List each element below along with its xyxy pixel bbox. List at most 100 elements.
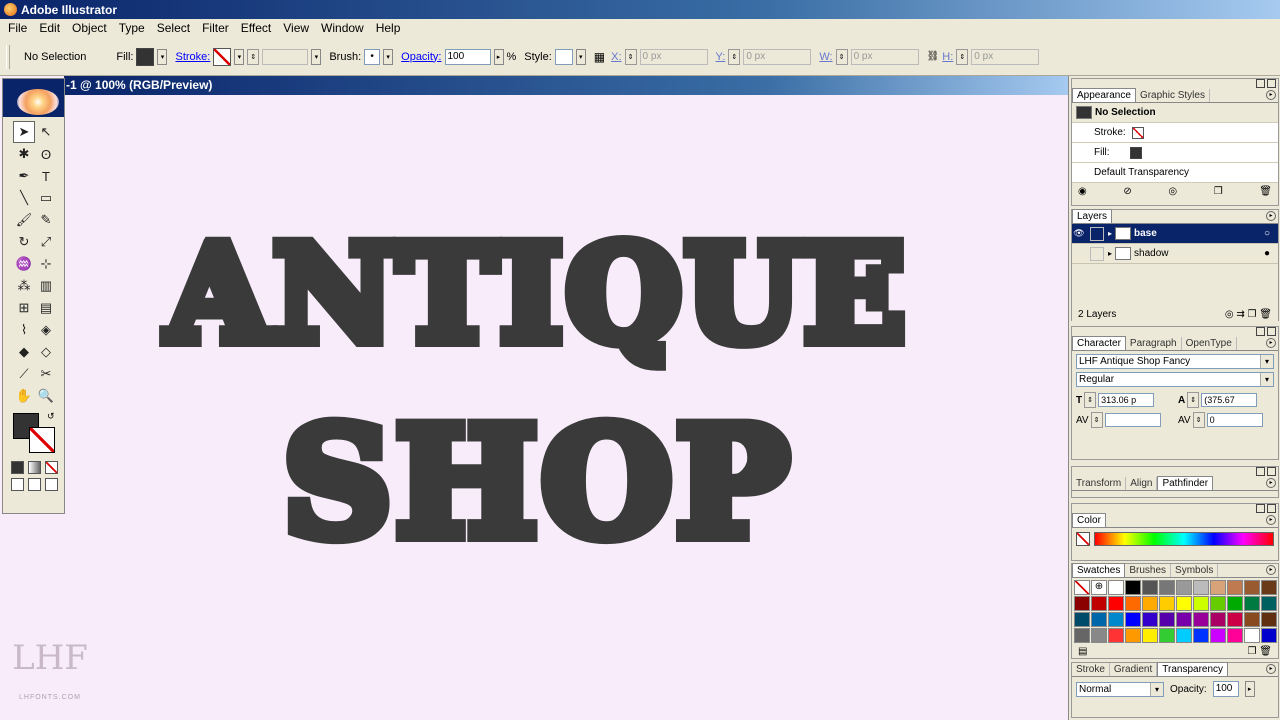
menu-file[interactable]: File	[2, 19, 33, 38]
none-mode-icon[interactable]	[45, 461, 58, 474]
tab-swatches[interactable]: Swatches	[1072, 563, 1126, 577]
tab-align[interactable]: Align	[1126, 477, 1158, 490]
delete-item-icon[interactable]: 🗑	[1259, 186, 1272, 197]
tab-transform[interactable]: Transform	[1072, 477, 1127, 490]
color-swatch[interactable]	[1261, 628, 1277, 643]
stroke-swatch[interactable]	[213, 47, 232, 66]
transform-menu-icon[interactable]: ▸	[1266, 478, 1276, 488]
color-swatch[interactable]	[1125, 628, 1141, 643]
minimize-icon[interactable]	[1256, 467, 1265, 476]
live-paint-bucket-tool-icon[interactable]: ◆	[13, 341, 35, 363]
line-segment-tool-icon[interactable]: ╲	[13, 187, 35, 209]
close-icon[interactable]	[1267, 327, 1276, 336]
tab-pathfinder[interactable]: Pathfinder	[1157, 476, 1214, 490]
style-dropdown[interactable]: ▾	[575, 48, 586, 65]
color-swatch[interactable]	[1244, 612, 1260, 627]
leading-field[interactable]: (375.67	[1201, 393, 1258, 407]
color-swatch[interactable]	[1142, 612, 1158, 627]
color-swatch[interactable]	[1176, 596, 1192, 611]
color-swatch[interactable]	[1074, 580, 1090, 595]
tab-color[interactable]: Color	[1072, 513, 1106, 527]
tab-stroke[interactable]: Stroke	[1072, 663, 1110, 676]
paintbrush-tool-icon[interactable]: 🖌	[13, 209, 35, 231]
full-screen-menu-mode-icon[interactable]	[28, 478, 41, 491]
symbol-sprayer-tool-icon[interactable]: ⁂	[13, 275, 35, 297]
tab-transparency[interactable]: Transparency	[1157, 662, 1229, 676]
layer-row-base[interactable]: 👁 ▸ base ○	[1072, 224, 1278, 244]
layers-menu-icon[interactable]: ▸	[1266, 211, 1276, 221]
font-size-stepper[interactable]: ⇕	[1084, 392, 1097, 408]
scissors-tool-icon[interactable]: ✂	[35, 363, 57, 385]
reference-point-icon[interactable]: ▦	[594, 50, 605, 64]
stroke-color-box[interactable]	[29, 427, 55, 453]
h-field[interactable]: 0 px	[971, 48, 1040, 65]
color-swatch[interactable]	[1108, 580, 1124, 595]
antique-shop-artwork[interactable]: ANTIQUE ANTIQUE SHOP SHOP	[64, 95, 1068, 720]
menu-help[interactable]: Help	[370, 19, 407, 38]
style-swatch[interactable]	[554, 48, 573, 65]
expand-triangle-icon[interactable]: ▸	[1108, 229, 1112, 238]
swatch-libraries-icon[interactable]: ▤	[1078, 646, 1087, 657]
eyedropper-tool-icon[interactable]: ⌇	[13, 319, 35, 341]
leading-stepper[interactable]: ⇕	[1187, 392, 1200, 408]
menu-type[interactable]: Type	[113, 19, 151, 38]
menu-object[interactable]: Object	[66, 19, 113, 38]
fill-swatch[interactable]	[136, 47, 155, 66]
stroke-label[interactable]: Stroke:	[175, 51, 210, 63]
expand-triangle-icon[interactable]: ▸	[1108, 249, 1112, 258]
target-circle-filled-icon[interactable]: ●	[1264, 248, 1270, 259]
tab-appearance[interactable]: Appearance	[1072, 88, 1136, 102]
color-swatch[interactable]	[1193, 612, 1209, 627]
duplicate-item-icon[interactable]: ❐	[1214, 186, 1223, 197]
menu-effect[interactable]: Effect	[235, 19, 277, 38]
color-swatch[interactable]	[1193, 628, 1209, 643]
y-stepper[interactable]: ⇕	[728, 48, 741, 65]
stroke-weight-stepper[interactable]: ⇕	[247, 48, 260, 65]
brush-dropdown[interactable]: ▾	[383, 48, 394, 65]
color-swatch[interactable]	[1108, 596, 1124, 611]
color-swatch[interactable]	[1074, 628, 1090, 643]
color-swatch[interactable]	[1091, 612, 1107, 627]
stroke-weight-field[interactable]	[262, 48, 309, 65]
pen-tool-icon[interactable]: ✒	[13, 165, 35, 187]
layer-row-shadow[interactable]: ▸ shadow ●	[1072, 244, 1278, 264]
color-swatch[interactable]	[1210, 596, 1226, 611]
control-bar-grip[interactable]	[6, 44, 10, 69]
color-swatch[interactable]	[1244, 580, 1260, 595]
color-swatch[interactable]	[1176, 628, 1192, 643]
color-swatch[interactable]	[1142, 596, 1158, 611]
delete-layer-icon[interactable]: 🗑	[1259, 309, 1272, 320]
color-spectrum-ramp[interactable]	[1094, 532, 1274, 546]
live-paint-selection-tool-icon[interactable]: ◇	[35, 341, 57, 363]
color-swatch[interactable]	[1227, 596, 1243, 611]
minimize-icon[interactable]	[1256, 327, 1265, 336]
panel-menu-icon[interactable]: ▸	[1266, 90, 1276, 100]
x-stepper[interactable]: ⇕	[624, 48, 637, 65]
fill-dropdown[interactable]: ▾	[157, 48, 168, 65]
new-layer-icon[interactable]: ❐	[1248, 309, 1257, 320]
tab-brushes[interactable]: Brushes	[1125, 564, 1172, 577]
color-swatch[interactable]	[1074, 596, 1090, 611]
color-swatch[interactable]	[1091, 596, 1107, 611]
color-swatch[interactable]	[1210, 628, 1226, 643]
opacity-label[interactable]: Opacity:	[401, 51, 441, 63]
color-swatch[interactable]	[1261, 612, 1277, 627]
close-icon[interactable]	[1267, 79, 1276, 88]
make-clipping-mask-icon[interactable]: ◎	[1225, 309, 1234, 320]
color-swatch[interactable]	[1125, 580, 1141, 595]
selection-tool-icon[interactable]: ➤	[13, 121, 35, 143]
x-field[interactable]: 0 px	[639, 48, 708, 65]
w-label[interactable]: W:	[819, 51, 832, 63]
y-field[interactable]: 0 px	[743, 48, 812, 65]
brush-field[interactable]: •	[364, 48, 381, 65]
character-menu-icon[interactable]: ▸	[1266, 338, 1276, 348]
gradient-mode-icon[interactable]	[28, 461, 41, 474]
font-style-select[interactable]: Regular	[1076, 372, 1274, 387]
tab-graphic-styles[interactable]: Graphic Styles	[1136, 89, 1210, 102]
color-swatch[interactable]	[1244, 628, 1260, 643]
tracking-stepper[interactable]: ⇕	[1192, 412, 1205, 428]
color-swatch[interactable]	[1159, 580, 1175, 595]
w-field[interactable]: 0 px	[850, 48, 919, 65]
close-icon[interactable]	[1267, 504, 1276, 513]
constrain-link-icon[interactable]: ⛓	[927, 51, 940, 62]
